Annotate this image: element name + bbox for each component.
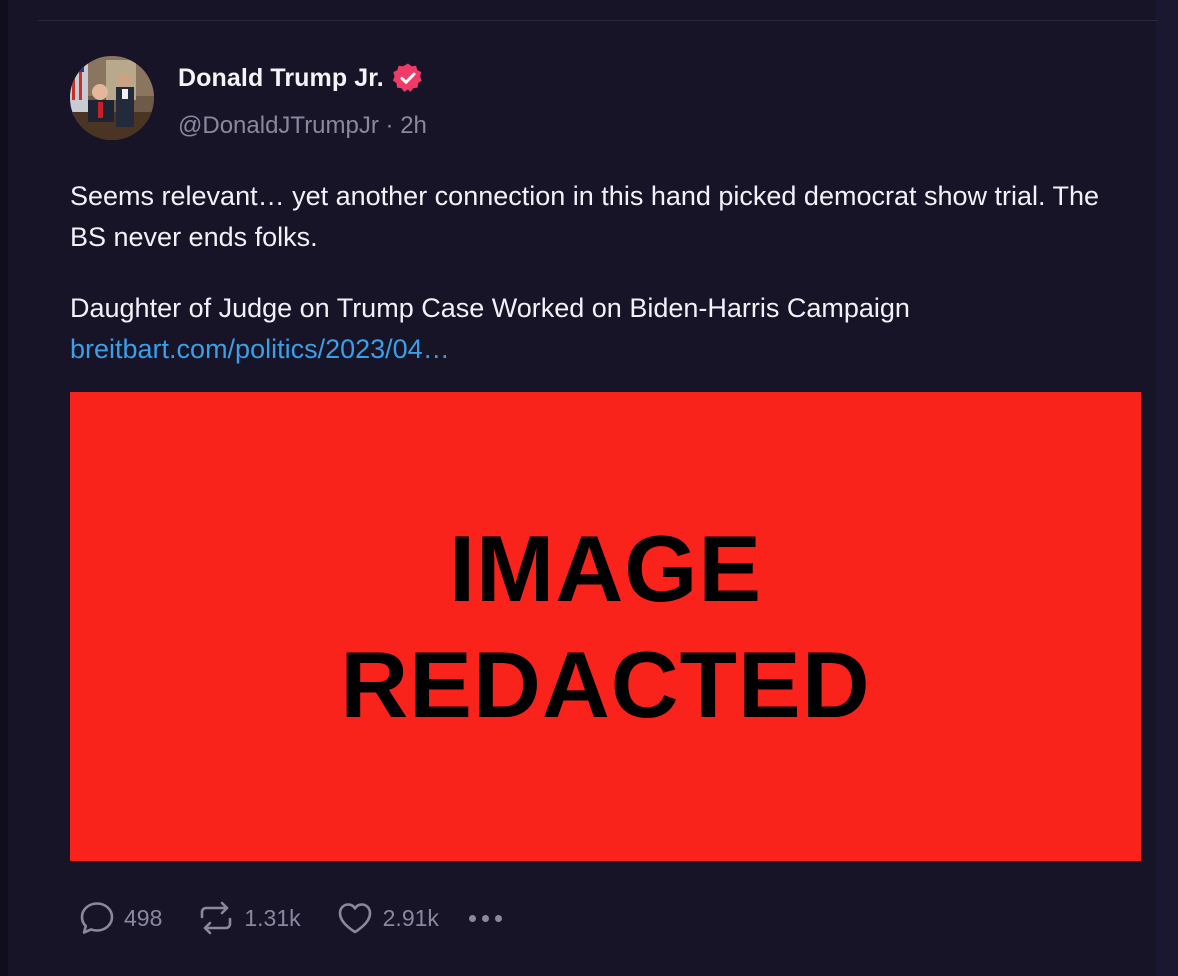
right-edge bbox=[1156, 0, 1178, 976]
post-paragraph-2: Daughter of Judge on Trump Case Worked o… bbox=[70, 293, 910, 323]
reply-button[interactable]: 498 bbox=[78, 899, 162, 937]
avatar[interactable] bbox=[70, 56, 154, 140]
like-count: 2.91k bbox=[382, 904, 439, 931]
author-block: Donald Trump Jr. @DonaldJTrumpJr · 2h bbox=[178, 62, 427, 140]
top-divider bbox=[38, 20, 1158, 21]
repost-count: 1.31k bbox=[244, 904, 301, 931]
action-bar: 498 1.31k 2.91k bbox=[78, 899, 1142, 937]
left-edge bbox=[0, 0, 8, 976]
heart-icon bbox=[338, 903, 371, 934]
display-name[interactable]: Donald Trump Jr. bbox=[178, 64, 384, 93]
post: Donald Trump Jr. @DonaldJTrumpJr · 2h Se… bbox=[70, 56, 1142, 937]
name-row: Donald Trump Jr. bbox=[178, 62, 427, 94]
repost-button[interactable]: 1.31k bbox=[196, 899, 301, 937]
post-body: Seems relevant… yet another connection i… bbox=[70, 176, 1130, 370]
more-options-button[interactable] bbox=[468, 914, 508, 922]
avatar-image bbox=[70, 56, 154, 140]
post-time[interactable]: 2h bbox=[400, 112, 427, 139]
post-media[interactable]: IMAGE REDACTED bbox=[70, 392, 1141, 861]
handle-separator: · bbox=[378, 112, 401, 139]
reply-count: 498 bbox=[124, 904, 163, 931]
handle-row: @DonaldJTrumpJr · 2h bbox=[178, 112, 427, 140]
app-frame: Donald Trump Jr. @DonaldJTrumpJr · 2h Se… bbox=[0, 0, 1178, 976]
media-text-line-1: IMAGE bbox=[448, 515, 763, 621]
post-link[interactable]: breitbart.com/politics/2023/04… bbox=[70, 329, 1130, 370]
more-dots-icon bbox=[468, 914, 508, 922]
speech-bubble-icon bbox=[80, 902, 114, 934]
repost-arrows-icon bbox=[201, 901, 232, 935]
post-header: Donald Trump Jr. @DonaldJTrumpJr · 2h bbox=[70, 56, 1142, 140]
verified-badge-icon bbox=[392, 62, 424, 94]
like-button[interactable]: 2.91k bbox=[335, 899, 439, 937]
handle[interactable]: @DonaldJTrumpJr bbox=[178, 112, 379, 139]
post-paragraph-1: Seems relevant… yet another connection i… bbox=[70, 181, 1100, 252]
media-text-line-2: REDACTED bbox=[340, 631, 871, 737]
